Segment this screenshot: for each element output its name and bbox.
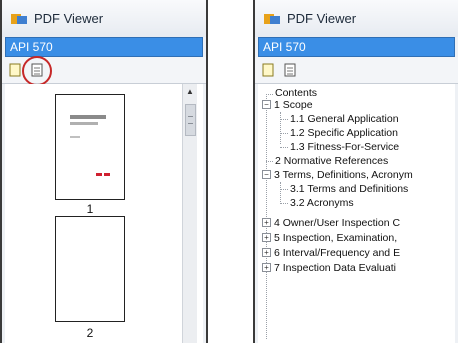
page-number-label: 1 [86, 202, 94, 216]
bookmark-icon[interactable] [261, 62, 275, 78]
viewer-toolbar [255, 57, 458, 84]
tree-item[interactable]: 1.3 Fitness-For-Service [290, 141, 399, 154]
pdf-viewer-app-icon [263, 12, 281, 26]
collapse-icon[interactable]: − [262, 170, 271, 179]
expand-icon[interactable]: + [262, 263, 271, 272]
page-thumbnail-icon[interactable] [22, 56, 52, 86]
tree-item[interactable]: 3 Terms, Definitions, Acronym [274, 169, 413, 182]
tree-item[interactable]: 1.1 General Application [290, 113, 399, 126]
window-title-bar: PDF Viewer [2, 0, 206, 37]
expand-icon[interactable]: + [262, 248, 271, 257]
pdf-viewer-app-icon [10, 12, 28, 26]
pdf-viewer-panel-right: PDF Viewer API 570 Contents − 1 Scope 1.… [253, 0, 458, 343]
tree-item[interactable]: 1 Scope [274, 99, 313, 112]
vertical-scrollbar[interactable]: ▲ [182, 84, 197, 343]
tree-item[interactable]: 5 Inspection, Examination, [274, 232, 397, 245]
document-selector[interactable]: API 570 [5, 37, 203, 57]
tree-item[interactable]: 4 Owner/User Inspection C [274, 217, 400, 230]
highlight-circle [22, 56, 52, 86]
scrollbar-thumb[interactable] [185, 104, 196, 136]
tree-item[interactable]: 3.2 Acronyms [290, 197, 354, 210]
collapse-icon[interactable]: − [262, 100, 271, 109]
pdf-viewer-panel-left: PDF Viewer API 570 1 2 ▲ [0, 0, 208, 343]
document-selector[interactable]: API 570 [258, 37, 455, 57]
expand-icon[interactable]: + [262, 233, 271, 242]
tree-item[interactable]: 3.1 Terms and Definitions [290, 183, 408, 196]
page-thumbnail-icon[interactable] [283, 62, 297, 78]
bookmark-icon[interactable] [8, 62, 22, 78]
thumbnail-list: 1 2 ▲ [5, 84, 203, 343]
page-thumbnail[interactable] [55, 216, 125, 322]
scroll-up-arrow-icon[interactable]: ▲ [183, 84, 197, 98]
tree-item[interactable]: 6 Interval/Frequency and E [274, 247, 400, 260]
window-title-bar: PDF Viewer [255, 0, 458, 37]
window-title: PDF Viewer [34, 11, 104, 26]
page-thumbnail[interactable] [55, 94, 125, 200]
tree-item[interactable]: 7 Inspection Data Evaluati [274, 262, 396, 275]
expand-icon[interactable]: + [262, 218, 271, 227]
viewer-toolbar [2, 56, 206, 86]
bookmark-tree: Contents − 1 Scope 1.1 General Applicati… [258, 84, 455, 343]
tree-item[interactable]: 1.2 Specific Application [290, 127, 398, 140]
window-title: PDF Viewer [287, 11, 357, 26]
tree-item[interactable]: 2 Normative References [275, 155, 388, 168]
page-number-label: 2 [86, 326, 94, 340]
